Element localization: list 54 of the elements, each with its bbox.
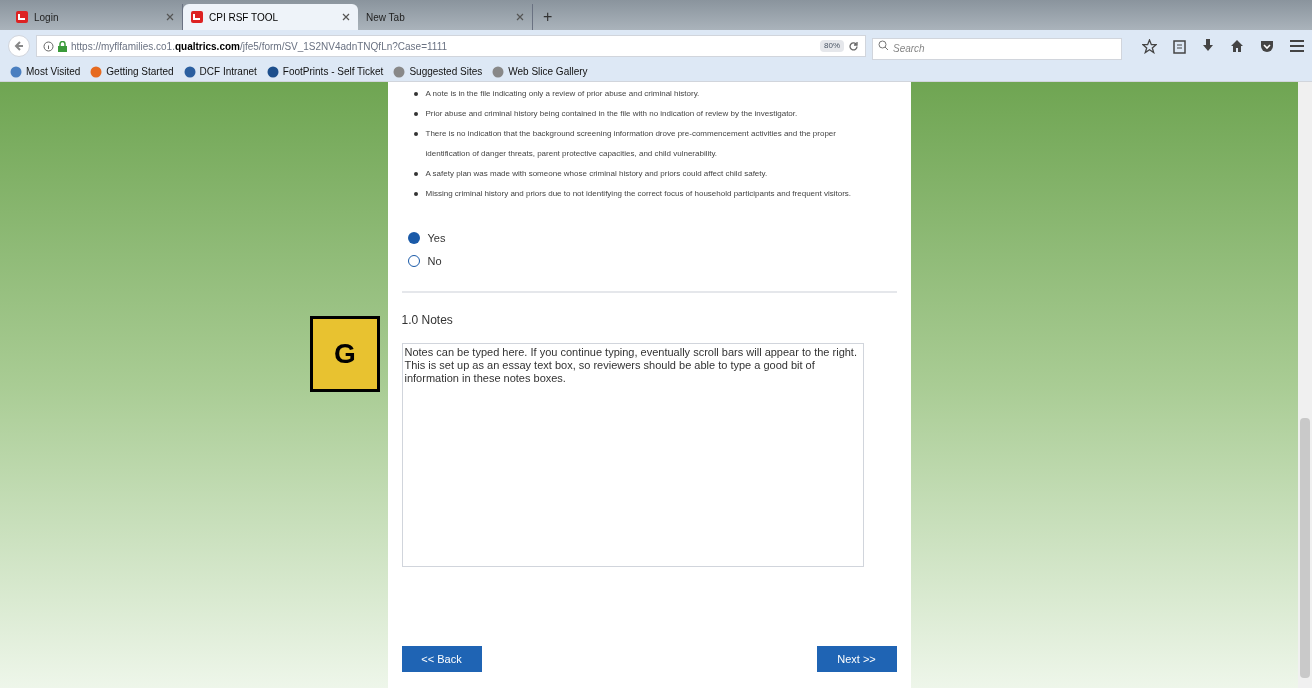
close-icon[interactable] <box>166 13 174 21</box>
radio-button[interactable] <box>407 254 420 267</box>
criterion-text: Missing criminal history and priors due to not identifying the correct focus of household participants and frequent visitors. <box>425 188 852 200</box>
criterion-text: A safety plan was made with someone whose criminal history and priors could affect child safety. <box>425 168 768 180</box>
criterion-text: Prior abuse and criminal history being contained in the file with no indication of review by the investigator. <box>425 108 798 120</box>
site-icon <box>16 11 28 23</box>
download-icon[interactable] <box>1202 39 1214 53</box>
bullet-icon <box>413 192 418 196</box>
pocket-icon[interactable] <box>1260 39 1274 53</box>
url-text: https://myflfamilies.co1.qualtrics.com/jfe5/form/SV_1S2NV4adnTNQfLn?Case=1111 <box>71 39 448 54</box>
scrollbar[interactable] <box>1298 82 1312 688</box>
back-button[interactable]: << Back <box>401 646 482 672</box>
callout-label: G <box>310 316 380 392</box>
option-label: No <box>427 253 442 269</box>
bookmark-link[interactable]: FootPrints - Self Ticket <box>266 64 384 79</box>
bookmark-icon <box>10 65 22 78</box>
bookmark-icon <box>393 65 406 78</box>
next-button[interactable]: Next >> <box>816 646 897 672</box>
bookmark-link[interactable]: Suggested Sites <box>393 64 483 79</box>
close-icon[interactable] <box>516 13 524 21</box>
url-field[interactable]: https://myflfamilies.co1.qualtrics.com/jfe5/form/SV_1S2NV4adnTNQfLn?Case=1111 80% <box>36 35 866 57</box>
criterion-text: There is no indication that the background screening information drove pre-commencement activities and the proper identification of danger threats, parent protective capacities, and child vulnerability. <box>425 128 837 160</box>
criterion-text: A note is in the file indicating only a review of prior abuse and criminal history. <box>425 88 700 100</box>
bookmark-link[interactable]: Web Slice Gallery <box>492 64 588 79</box>
bookmark-icon <box>183 65 196 78</box>
bullet-icon <box>413 92 418 96</box>
bookmark-icon <box>492 65 505 78</box>
browser-tab[interactable]: CPI RSF TOOL <box>183 4 358 30</box>
notes-title: 1.0 Notes <box>401 312 454 329</box>
search-field[interactable]: Search <box>872 37 1122 60</box>
option-label: Yes <box>427 231 446 246</box>
zoom-level[interactable]: 80% <box>820 40 844 52</box>
new-tab-button[interactable]: + <box>533 4 563 30</box>
bookmark-icon <box>90 65 103 78</box>
bookmark-icon <box>266 65 279 78</box>
bookmark-link[interactable]: Most Visited <box>10 64 81 79</box>
search-icon <box>878 40 889 51</box>
bookmark-link[interactable]: Getting Started <box>90 64 174 79</box>
info-icon <box>43 40 54 52</box>
close-icon[interactable] <box>342 13 350 21</box>
notes-field[interactable]: Notes can be typed here. If you continue typing, eventually scroll bars will appear to the right. This is set up as an essay text box, so reviewers should be able to type a good bit of information in these notes boxes. <box>401 343 864 567</box>
home-icon[interactable] <box>1230 39 1244 53</box>
site-icon <box>191 11 203 23</box>
menu-icon[interactable] <box>1290 40 1304 52</box>
reload-icon[interactable] <box>848 40 859 52</box>
star-icon[interactable] <box>1142 38 1157 54</box>
bullet-icon <box>413 112 418 116</box>
lock-icon <box>58 40 67 52</box>
bullet-icon <box>413 132 418 136</box>
back-icon[interactable] <box>8 35 30 57</box>
bullet-icon <box>413 172 418 176</box>
bookmark-link[interactable]: DCF Intranet <box>183 64 257 79</box>
radio-button[interactable] <box>407 232 420 245</box>
clipboard-icon[interactable] <box>1173 38 1186 54</box>
